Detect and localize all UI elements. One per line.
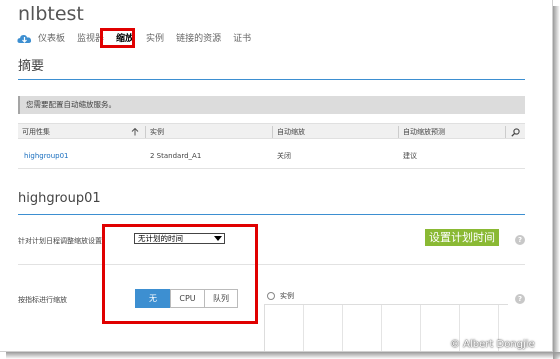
group-title: highgroup01 (18, 191, 101, 206)
chart-gridline (381, 305, 382, 351)
search-icon[interactable] (511, 128, 520, 137)
instances-radio[interactable] (267, 292, 275, 300)
col-autoscale[interactable]: 自动缩放 (273, 124, 305, 140)
chart-gridline (303, 305, 304, 351)
summary-table-header: 可用性集 实例 自动缩放 自动缩放预测 (18, 123, 525, 139)
highlight-scale-settings (102, 224, 258, 324)
schedule-label: 针对计划日程调整缩放设置 (18, 237, 102, 245)
col-separator (505, 126, 506, 138)
tab-dashboard[interactable]: 仪表板 (38, 33, 65, 45)
tab-instances[interactable]: 实例 (146, 33, 164, 45)
tab-linked-resources[interactable]: 链接的资源 (176, 33, 221, 45)
row-divider (18, 168, 525, 169)
help-icon[interactable]: ? (515, 235, 525, 245)
instances-cell: 2 Standard_A1 (150, 152, 202, 160)
col-instances[interactable]: 实例 (146, 124, 164, 140)
app-title: nlbtest (18, 3, 84, 25)
col-availability-set[interactable]: 可用性集 (18, 124, 50, 140)
autoscale-cell: 关闭 (277, 152, 291, 160)
portal-window: nlbtest 仪表板 监视器 缩放 实例 链接的资源 证书 摘要 您需要配置自… (0, 0, 553, 352)
chart-gridline (342, 305, 343, 351)
cloud-icon (17, 35, 32, 43)
group-rule (18, 214, 525, 215)
set-schedule-button[interactable]: 设置计划时间 (425, 229, 499, 246)
highlight-scale-tab (100, 28, 135, 48)
tab-certificates[interactable]: 证书 (233, 33, 251, 45)
scale-by-label: 按指标进行缩放 (18, 296, 67, 304)
watermark-text: © Albert Dongjie (450, 339, 535, 350)
sort-up-icon[interactable] (131, 128, 139, 136)
summary-rule (18, 79, 525, 80)
availability-set-link[interactable]: highgroup01 (20, 148, 69, 164)
frame-shadow-bottom (6, 352, 560, 359)
frame-shadow-right (553, 6, 560, 359)
instances-radio-label: 实例 (280, 292, 294, 300)
help-icon[interactable]: ? (515, 294, 525, 304)
autoscale-banner: 您需要配置自动缩放服务。 (18, 96, 525, 114)
settings-divider (18, 264, 525, 265)
summary-title: 摘要 (18, 59, 45, 74)
top-nav: 仪表板 监视器 缩放 实例 链接的资源 证书 (17, 31, 263, 47)
col-autoscale-prediction[interactable]: 自动缩放预测 (399, 124, 445, 140)
chart-gridline (420, 305, 421, 351)
table-row[interactable]: highgroup01 2 Standard_A1 关闭 建议 (18, 148, 525, 164)
prediction-cell: 建议 (403, 152, 417, 160)
